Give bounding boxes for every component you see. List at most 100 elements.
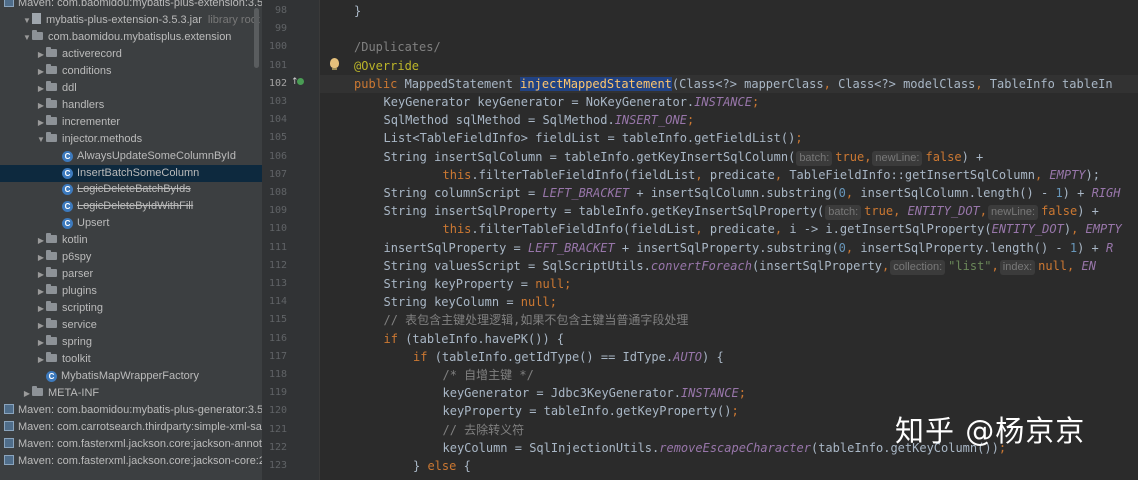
tree-item[interactable]: C InsertBatchSomeColumn (0, 164, 262, 182)
tree-item[interactable]: ▶ plugins (0, 283, 262, 300)
code-line[interactable]: /Duplicates/ (354, 38, 441, 56)
parameter-hint: collection: (890, 259, 946, 275)
tree-item[interactable]: ▶ parser (0, 266, 262, 283)
chevron-right-icon[interactable]: ▶ (36, 80, 46, 97)
tree-item[interactable]: ▶ ddl (0, 80, 262, 97)
code-token: , (1067, 258, 1082, 273)
code-line[interactable]: String keyColumn = null; (384, 293, 557, 311)
code-line[interactable]: String insertSqlColumn = tableInfo.getKe… (384, 148, 983, 166)
implementation-marker-icon[interactable] (297, 78, 304, 85)
tree-item[interactable]: ▼ mybatis-plus-extension-3.5.3.jar library… (0, 12, 262, 29)
code-token: , (774, 222, 790, 237)
tree-item[interactable]: C LogicDeleteByIdWithFill (0, 198, 262, 215)
code-line[interactable]: keyProperty = tableInfo.getKeyProperty()… (443, 402, 739, 420)
tree-item[interactable]: ▼ com.baomidou.mybatisplus.extension (0, 29, 262, 46)
tree-item[interactable]: ▶ META-INF (0, 385, 262, 402)
code-line[interactable]: } else { (413, 457, 471, 475)
tree-item[interactable]: ▶ handlers (0, 97, 262, 114)
folder-icon (46, 351, 57, 362)
chevron-right-icon[interactable]: ▶ (36, 63, 46, 80)
code-line[interactable]: @Override (354, 57, 419, 75)
lightbulb-icon[interactable] (330, 58, 339, 70)
tree-item[interactable]: Maven: com.fasterxml.jackson.core:jackso… (0, 453, 262, 470)
code-token: (tableInfo.getIdType() == IdType. (434, 349, 674, 364)
code-token: INSTANCE (694, 95, 752, 109)
tree-item[interactable]: C Upsert (0, 215, 262, 232)
chevron-right-icon[interactable]: ▶ (36, 46, 46, 63)
tree-item[interactable]: C MybatisMapWrapperFactory (0, 368, 262, 385)
code-line[interactable]: if (tableInfo.havePK()) { (384, 330, 565, 348)
code-line[interactable]: String insertSqlProperty = tableInfo.get… (384, 202, 1099, 221)
code-token: ; (795, 131, 803, 146)
tree-item[interactable]: ▶ p6spy (0, 249, 262, 266)
chevron-down-icon[interactable]: ▼ (36, 131, 46, 148)
code-line[interactable]: if (tableInfo.getIdType() == IdType.AUTO… (413, 348, 724, 366)
code-token: RIGH (1091, 186, 1121, 200)
code-line[interactable]: } (354, 2, 361, 20)
code-line[interactable]: public MappedStatement injectMappedState… (354, 75, 1113, 93)
code-token: , (882, 258, 890, 273)
code-token: String valuesScript = SqlScriptUtils. (383, 258, 651, 273)
code-line[interactable]: String keyProperty = null; (384, 275, 572, 293)
tree-item-label: kotlin (62, 234, 88, 247)
code-line[interactable]: this.filterTableFieldInfo(fieldList, pre… (443, 166, 1100, 184)
line-number: 102 (268, 77, 287, 89)
chevron-right-icon[interactable]: ▶ (36, 232, 46, 249)
chevron-right-icon[interactable]: ▶ (36, 249, 46, 266)
tree-item[interactable]: ▶ spring (0, 334, 262, 351)
project-tree[interactable]: Maven: com.baomidou:mybatis-plus-extensi… (0, 0, 262, 480)
code-line[interactable]: // 表包含主键处理逻辑,如果不包含主键当普通字段处理 (384, 311, 689, 329)
chevron-down-icon[interactable]: ▼ (22, 29, 32, 46)
code-line[interactable]: String valuesScript = SqlScriptUtils.con… (384, 257, 1096, 275)
tree-item[interactable]: ▶ conditions (0, 63, 262, 80)
code-line[interactable]: SqlMethod sqlMethod = SqlMethod.INSERT_O… (384, 111, 695, 129)
code-token: , (893, 204, 908, 219)
tree-item[interactable]: Maven: com.fasterxml.jackson.core:jackso… (0, 436, 262, 453)
code-line[interactable]: String columnScript = LEFT_BRACKET + ins… (384, 184, 1121, 202)
tree-scrollbar[interactable] (254, 8, 259, 68)
tree-item[interactable]: C LogicDeleteBatchByIds (0, 181, 262, 198)
tree-item[interactable]: ▶ activerecord (0, 46, 262, 63)
code-line[interactable]: this.filterTableFieldInfo(fieldList, pre… (443, 220, 1122, 238)
code-token: i -> i.getInsertSqlProperty( (789, 222, 992, 237)
code-line[interactable]: List<TableFieldInfo> fieldList = tableIn… (384, 129, 803, 147)
tree-item-label: Maven: com.baomidou:mybatis-plus-generat… (18, 403, 262, 416)
code-line[interactable]: keyGenerator = Jdbc3KeyGenerator.INSTANC… (443, 384, 746, 402)
chevron-right-icon[interactable]: ▶ (36, 351, 46, 368)
tree-item[interactable]: Maven: com.baomidou:mybatis-plus-generat… (0, 402, 262, 419)
chevron-right-icon[interactable]: ▶ (36, 97, 46, 114)
tree-item[interactable]: Maven: com.baomidou:mybatis-plus-extensi… (0, 0, 262, 12)
tree-item-label: LogicDeleteByIdWithFill (77, 200, 194, 213)
chevron-right-icon[interactable]: ▶ (36, 334, 46, 351)
code-token: 1 (1055, 186, 1063, 200)
tree-item[interactable]: ▶ toolkit (0, 351, 262, 368)
code-token: @Override (354, 58, 420, 73)
chevron-right-icon[interactable]: ▶ (36, 317, 46, 334)
chevron-down-icon[interactable]: ▼ (22, 12, 32, 29)
code-line[interactable]: insertSqlProperty = LEFT_BRACKET + inser… (384, 239, 1114, 257)
chevron-right-icon[interactable]: ▶ (36, 114, 46, 131)
tree-item[interactable]: Maven: com.carrotsearch.thirdparty:simpl… (0, 419, 262, 436)
tree-item[interactable]: ▶ incrementer (0, 114, 262, 131)
chevron-right-icon[interactable]: ▶ (22, 385, 32, 402)
tree-item-label: mybatis-plus-extension-3.5.3.jar (46, 13, 202, 26)
tree-item[interactable]: ▶ kotlin (0, 232, 262, 249)
code-token: (Class<?> mapperClass (671, 76, 824, 91)
code-line[interactable]: KeyGenerator keyGenerator = NoKeyGenerat… (384, 93, 760, 111)
tree-item-label: activerecord (62, 47, 122, 60)
line-number: 104 (268, 114, 287, 126)
code-line[interactable]: // 去除转义符 (443, 421, 525, 439)
chevron-right-icon[interactable]: ▶ (36, 266, 46, 283)
tree-item[interactable]: C AlwaysUpdateSomeColumnById (0, 148, 262, 165)
tree-item[interactable]: ▼ injector.methods (0, 131, 262, 148)
code-token: EMPTY (1049, 167, 1086, 182)
code-token: true (835, 149, 865, 164)
tree-item[interactable]: ▶ scripting (0, 300, 262, 317)
folder-icon (32, 385, 43, 396)
chevron-right-icon[interactable]: ▶ (36, 300, 46, 317)
chevron-right-icon[interactable]: ▶ (36, 283, 46, 300)
code-token: + insertSqlColumn.substring( (629, 186, 839, 200)
tree-item[interactable]: ▶ service (0, 317, 262, 334)
code-line[interactable]: /* 自增主键 */ (443, 366, 534, 384)
code-token: , (1034, 167, 1050, 182)
